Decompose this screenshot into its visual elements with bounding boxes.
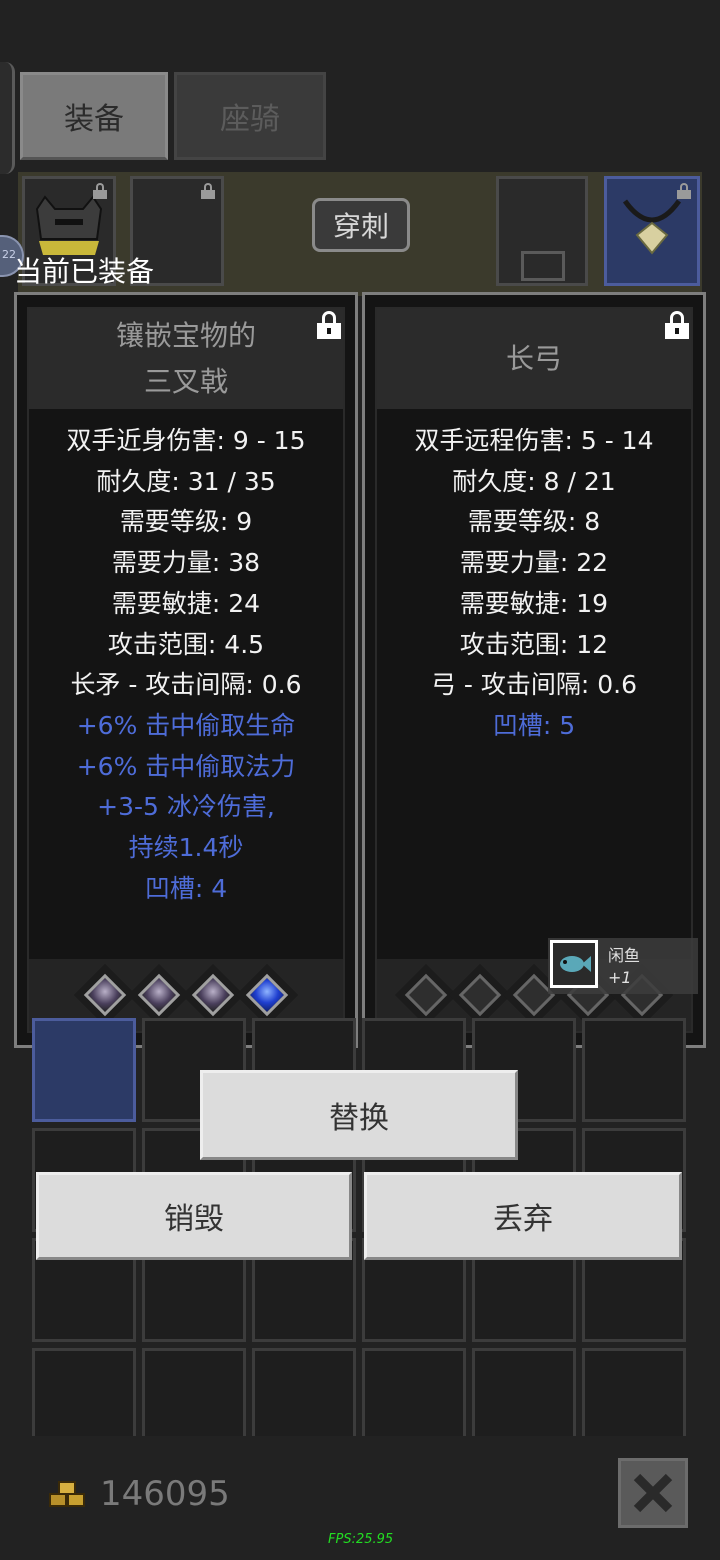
stat-line: 凹槽: 4 — [144, 873, 228, 903]
gold-icon — [49, 1481, 85, 1507]
socket-slot[interactable] — [448, 963, 512, 1027]
empty-socket-icon — [458, 973, 502, 1017]
socket-slot[interactable] — [394, 963, 458, 1027]
dark-gem-icon — [83, 973, 127, 1017]
lock-icon — [201, 183, 215, 199]
lock-icon — [677, 183, 691, 199]
item-slot-amulet[interactable] — [604, 176, 700, 286]
stat-line: 需要等级: 9 — [119, 507, 253, 537]
socket-slot[interactable] — [181, 963, 245, 1027]
stat-line: 双手远程伤害: 5 - 14 — [414, 426, 654, 455]
fish-icon — [550, 940, 598, 988]
pierce-skill-label: 穿刺 — [312, 198, 410, 252]
stat-line: 需要力量: 22 — [459, 548, 609, 578]
stat-line: +6% 击中偷取法力 — [76, 751, 296, 781]
stat-line: 长矛 - 攻击间隔: 0.6 — [70, 670, 302, 700]
dark-gem-icon — [137, 973, 181, 1017]
lock-icon[interactable] — [317, 311, 341, 339]
side-panel-handle[interactable] — [0, 62, 15, 174]
tab-equipment[interactable]: 装备 — [20, 72, 168, 160]
socket-slot[interactable] — [127, 963, 191, 1027]
stat-line: 耐久度: 31 / 35 — [96, 466, 276, 496]
stat-line: 需要力量: 38 — [111, 548, 261, 578]
drop-button[interactable]: 丢弃 — [364, 1172, 682, 1260]
stat-line: 持续1.4秒 — [128, 833, 244, 863]
stat-line: 攻击范围: 12 — [459, 629, 609, 659]
item-pickup-toast: 闲鱼 +1 — [548, 938, 698, 994]
stat-line: 凹槽: 5 — [492, 710, 576, 740]
empty-socket-icon — [404, 973, 448, 1017]
toast-item-name: 闲鱼 — [608, 946, 641, 965]
stat-line: 双手近身伤害: 9 - 15 — [66, 426, 306, 455]
equipped-heading: 当前已装备 — [14, 255, 155, 288]
item-title: 长弓 — [377, 309, 691, 409]
blue-gem-icon — [245, 973, 289, 1017]
inventory-slot[interactable] — [582, 1018, 686, 1122]
stat-line: 攻击范围: 4.5 — [107, 629, 265, 659]
item-stats: 双手远程伤害: 5 - 14 耐久度: 8 / 21 需要等级: 8 需要力量: 22… — [377, 421, 691, 747]
stat-line: 需要敏捷: 19 — [459, 588, 609, 618]
lock-icon — [93, 183, 107, 199]
item-title-line1: 镶嵌宝物的 — [115, 319, 256, 352]
stat-line: +6% 击中偷取生命 — [76, 710, 296, 740]
dark-gem-icon — [191, 973, 235, 1017]
slot-placeholder-icon — [521, 251, 565, 281]
lock-icon[interactable] — [665, 311, 689, 339]
replace-button[interactable]: 替换 — [200, 1070, 518, 1160]
destroy-button[interactable]: 销毁 — [36, 1172, 352, 1260]
stat-line: 需要等级: 8 — [467, 507, 601, 537]
socket-slot[interactable] — [73, 963, 137, 1027]
item-title-line1: 长弓 — [505, 342, 562, 375]
close-button[interactable] — [618, 1458, 688, 1528]
gold-amount: 146095 — [100, 1474, 230, 1514]
fps-counter: FPS:25.95 — [328, 1532, 394, 1547]
toast-item-count: +1 — [608, 968, 632, 987]
inventory-slot[interactable] — [32, 1018, 136, 1122]
stat-line: +3-5 冰冷伤害, — [97, 792, 275, 822]
stat-line: 需要敏捷: 24 — [111, 588, 261, 618]
item-title-line2: 三叉戟 — [143, 365, 228, 398]
selected-item-panel: 长弓 双手远程伤害: 5 - 14 耐久度: 8 / 21 需要等级: 8 需要力量:… — [362, 292, 706, 1048]
close-icon — [633, 1473, 673, 1513]
equipped-item-panel: 镶嵌宝物的 三叉戟 双手近身伤害: 9 - 15 耐久度: 31 / 35 需要等级… — [14, 292, 358, 1048]
socket-slot[interactable] — [235, 963, 299, 1027]
item-slot-empty[interactable] — [496, 176, 588, 286]
tab-mount[interactable]: 座骑 — [174, 72, 326, 160]
stat-line: 弓 - 攻击间隔: 0.6 — [430, 670, 638, 700]
item-title: 镶嵌宝物的 三叉戟 — [29, 309, 343, 409]
stat-line: 耐久度: 8 / 21 — [452, 466, 616, 496]
item-stats: 双手近身伤害: 9 - 15 耐久度: 31 / 35 需要等级: 9 需要力量: 3… — [29, 421, 343, 909]
